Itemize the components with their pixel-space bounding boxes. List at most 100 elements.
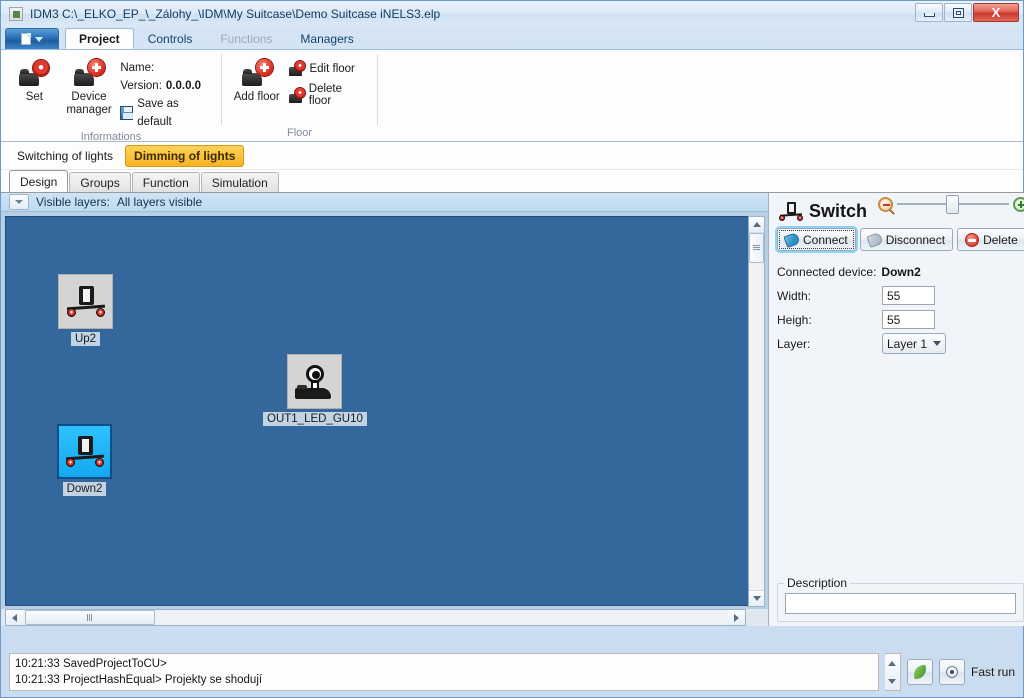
record-dot-icon <box>945 666 958 678</box>
log-scroll-down-button[interactable] <box>885 672 900 690</box>
zoom-slider[interactable] <box>877 193 1024 215</box>
node-label: Up2 <box>70 332 101 346</box>
work-area: Visible layers: All layers visible Up2 O… <box>1 192 1024 626</box>
maximize-icon <box>952 7 964 18</box>
connected-device-value: Down2 <box>881 264 921 279</box>
connect-button-label: Connect <box>803 232 848 247</box>
set-button-label: Set <box>25 91 43 103</box>
ribbon-tab-project[interactable]: Project <box>65 28 134 49</box>
leaf-run-icon <box>911 664 929 680</box>
fast-run-label: Fast run <box>970 665 1015 679</box>
hand-gear-icon <box>17 58 51 88</box>
zoom-slider-track[interactable] <box>896 195 1009 214</box>
app-icon <box>9 7 23 21</box>
save-as-default-label: Save as default <box>137 98 179 128</box>
tab-design[interactable]: Design <box>9 170 69 192</box>
delete-button-label: Delete <box>983 232 1018 247</box>
scroll-up-button[interactable] <box>749 217 764 233</box>
height-input[interactable]: 55 <box>882 310 935 329</box>
device-manager-button[interactable]: Device manager <box>62 55 117 131</box>
file-menu-button[interactable] <box>5 28 59 49</box>
layer-select[interactable]: Layer 1 <box>882 333 946 354</box>
project-version-row: Version: 0.0.0.0 <box>120 77 209 95</box>
set-button[interactable]: Set <box>7 55 62 131</box>
zoom-in-icon[interactable] <box>1012 196 1024 212</box>
hand-edit-icon <box>289 61 306 76</box>
record-button[interactable] <box>938 659 965 685</box>
ribbon-group-informations-label: Informations <box>80 131 142 143</box>
save-icon <box>120 106 134 120</box>
visible-layers-dropdown-button[interactable] <box>9 194 29 210</box>
description-label: Description <box>784 576 851 590</box>
layer-label: Layer: <box>777 336 811 351</box>
add-floor-button[interactable]: Add floor <box>228 55 285 127</box>
log-line: 10:21:33 SavedProjectToCU> <box>15 658 167 670</box>
properties-title: Switch <box>809 201 868 221</box>
save-as-default-button[interactable]: Save as default <box>120 95 209 131</box>
mode-tab-dimming-of-lights[interactable]: Dimming of lights <box>125 144 245 167</box>
window-controls: X <box>915 3 1019 22</box>
log-output[interactable]: 10:21:33 SavedProjectToCU> 10:21:33 Proj… <box>9 653 879 691</box>
canvas-horizontal-scrollbar[interactable] <box>5 609 746 626</box>
scroll-right-button[interactable] <box>728 610 745 625</box>
canvas-node-up2[interactable]: Up2 <box>58 274 113 346</box>
scroll-left-button[interactable] <box>6 610 23 625</box>
delete-floor-button[interactable]: Delete floor <box>289 83 365 107</box>
node-icon-box <box>57 424 112 479</box>
zoom-out-icon[interactable] <box>877 196 893 212</box>
node-icon-box <box>58 274 113 329</box>
mode-tab-bar: Switching of lights Dimming of lights <box>1 142 1023 170</box>
log-scroll-spinner[interactable] <box>884 653 901 691</box>
hand-plus-icon <box>240 58 274 88</box>
node-icon-box <box>287 354 343 409</box>
log-scroll-up-button[interactable] <box>885 654 900 672</box>
title-bar: IDM3 C:\_ELKO_EP_\_Zálohy_\IDM\My Suitca… <box>1 1 1023 27</box>
mode-tab-switching-of-lights[interactable]: Switching of lights <box>11 146 119 166</box>
ribbon-tab-row: Project Controls Functions Managers <box>1 27 1023 49</box>
floor-plan-canvas[interactable]: Up2 OUT1_LED_GU10 Down2 <box>5 216 765 606</box>
layer-select-value: Layer 1 <box>887 336 928 351</box>
switch-icon <box>65 435 105 468</box>
edit-floor-button[interactable]: Edit floor <box>289 61 365 76</box>
run-button[interactable] <box>906 659 933 685</box>
plug-disconnect-icon <box>866 231 884 248</box>
width-row: Width: 55 <box>777 284 1024 307</box>
scroll-down-button[interactable] <box>749 590 764 606</box>
ribbon-separator <box>377 54 378 125</box>
width-input[interactable]: 55 <box>882 286 935 305</box>
plug-connect-icon <box>783 231 801 248</box>
minimize-button[interactable] <box>915 3 943 22</box>
disconnect-button[interactable]: Disconnect <box>859 228 954 251</box>
ribbon-group-floor-label: Floor <box>286 127 313 139</box>
height-label: Heigh: <box>777 312 812 327</box>
properties-panel: Switch Connect Disconnect Delete Connect… <box>768 193 1024 626</box>
close-button[interactable]: X <box>973 3 1019 22</box>
canvas-node-down2[interactable]: Down2 <box>57 424 112 496</box>
disconnect-button-label: Disconnect <box>885 232 946 247</box>
sub-tab-bar: Design Groups Function Simulation <box>1 170 1023 192</box>
vertical-scroll-thumb[interactable] <box>749 233 764 263</box>
tab-simulation[interactable]: Simulation <box>200 172 279 192</box>
visible-layers-label: Visible layers: <box>36 195 110 209</box>
grip-icon <box>87 614 93 621</box>
hand-plus-icon <box>72 58 106 88</box>
hand-delete-icon <box>289 87 305 103</box>
chevron-down-icon <box>933 341 941 346</box>
description-input[interactable] <box>785 593 1016 614</box>
maximize-button[interactable] <box>944 3 972 22</box>
connect-button[interactable]: Connect <box>777 228 856 251</box>
zoom-slider-thumb[interactable] <box>946 195 960 214</box>
ribbon-tab-managers[interactable]: Managers <box>286 28 367 49</box>
document-icon <box>21 33 31 45</box>
canvas-vertical-scrollbar[interactable] <box>748 216 765 607</box>
tab-groups[interactable]: Groups <box>69 172 131 192</box>
tab-function[interactable]: Function <box>131 172 200 192</box>
horizontal-scroll-thumb[interactable] <box>25 610 155 625</box>
project-version-label: Version: <box>120 80 162 92</box>
canvas-node-out1-led-gu10[interactable]: OUT1_LED_GU10 <box>263 354 367 426</box>
delete-button[interactable]: Delete <box>957 228 1024 251</box>
ribbon-tab-controls[interactable]: Controls <box>134 28 207 49</box>
chevron-down-icon <box>35 36 43 42</box>
chevron-down-icon <box>15 200 23 204</box>
delete-circle-icon <box>965 232 980 247</box>
